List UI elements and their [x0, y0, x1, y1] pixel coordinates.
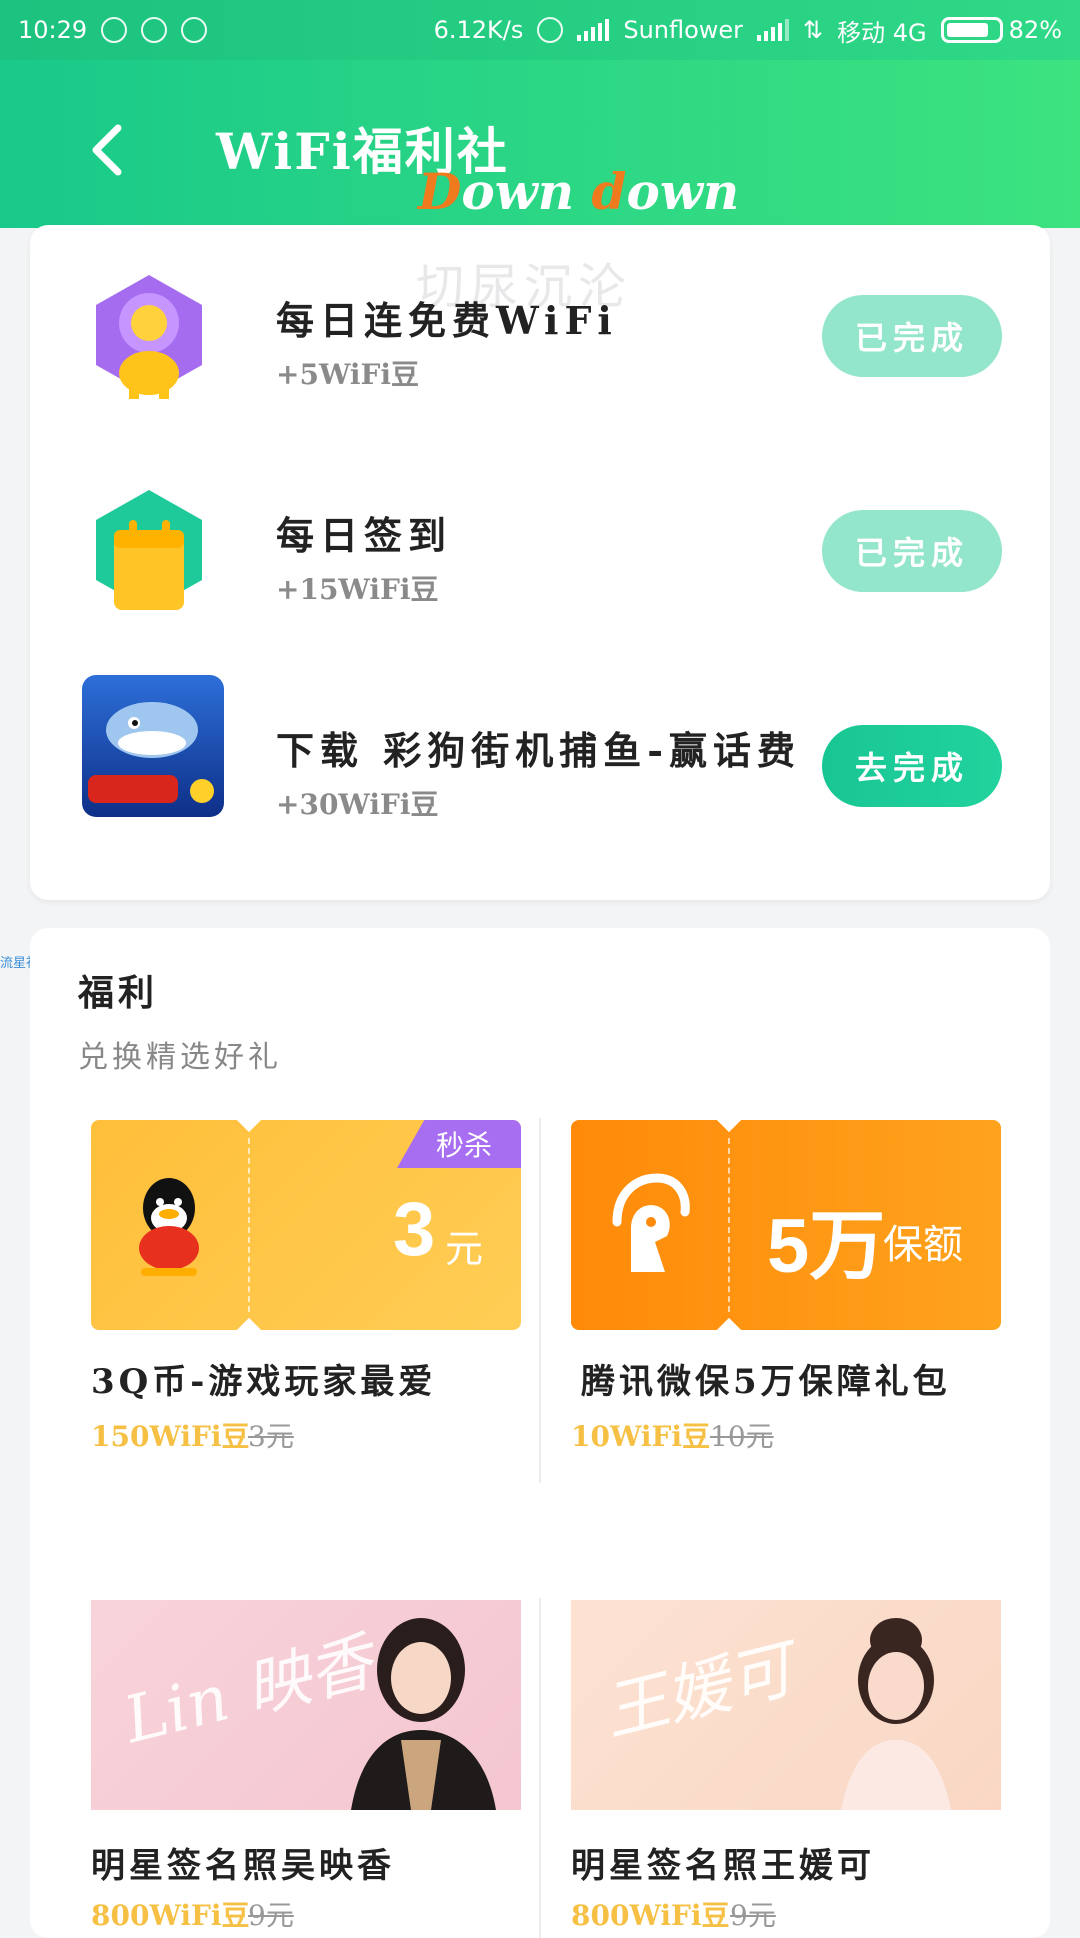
task-item: 下载 彩狗街机捕鱼-赢话费 +30WiFi豆 去完成 — [30, 655, 1050, 855]
gift-price: 10WiFi豆 — [571, 1420, 711, 1453]
gift-original-price: 9元 — [248, 1899, 294, 1932]
column-divider — [539, 1118, 541, 1483]
gift-price: 800WiFi豆 — [91, 1899, 250, 1932]
gift-price: 150WiFi豆 — [91, 1420, 250, 1453]
qq-penguin-icon — [139, 1178, 199, 1276]
piggy-bank-wifi-icon — [96, 275, 202, 399]
celebrity-figure — [841, 1618, 951, 1810]
task-reward: +30WiFi豆 — [276, 788, 439, 821]
celebrity-photo[interactable]: Lin 映香 — [91, 1600, 521, 1810]
back-button[interactable] — [88, 120, 128, 180]
task-status-button[interactable]: 去完成 — [822, 725, 1002, 807]
gift-original-price: 10元 — [710, 1420, 774, 1453]
fishing-game-app-icon — [82, 675, 224, 817]
task-title: 每日签到 — [276, 513, 453, 558]
coupon-unit: 元 — [445, 1229, 484, 1271]
status-bar: 10:29 6.12K/s Sunflower ⇅ 移动 4G 82% — [0, 0, 1080, 60]
task-title: 每日连免费WiFi — [276, 298, 618, 343]
column-divider — [539, 1598, 541, 1938]
coupon-value: 3 — [393, 1187, 436, 1272]
signal-icon — [757, 19, 790, 41]
gift-name: 明星签名照王媛可 — [571, 1846, 875, 1886]
calendar-checkin-icon — [96, 490, 202, 610]
gift-name: 腾讯微保5万保障礼包 — [581, 1362, 951, 1402]
gift-card[interactable]: 秒杀 3 元 — [91, 1120, 521, 1330]
chevron-left-icon — [92, 124, 122, 176]
weibao-horse-icon — [612, 1173, 690, 1272]
task-item: 每日连免费WiFi +5WiFi豆 已完成 — [30, 225, 1050, 425]
data-transfer-icon: ⇅ — [803, 16, 824, 44]
task-list-card: 切尿沉沦 每日连免费WiFi +5WiFi豆 已完成 每日签到 +15WiFi豆… — [30, 225, 1050, 900]
gift-original-price: 3元 — [248, 1420, 294, 1453]
section-title: 福利 — [78, 972, 159, 1014]
carrier-name: 移动 4G — [837, 18, 927, 47]
gift-price: 800WiFi豆 — [571, 1899, 730, 1932]
battery-percent: 82% — [1008, 16, 1062, 44]
app-header: WiFi福利社 Down down — [0, 60, 1080, 228]
alarm-icon — [537, 17, 564, 43]
app-notification-icon — [181, 17, 208, 43]
task-reward: +5WiFi豆 — [276, 358, 420, 391]
task-title: 下载 彩狗街机捕鱼-赢话费 — [276, 728, 802, 773]
welfare-section: 福利 兑换精选好礼 秒杀 3 元 3Q币-游戏玩家最爱 150WiFi豆 3元 … — [30, 928, 1050, 1938]
app-notification-icon — [101, 17, 128, 43]
task-status-button[interactable]: 已完成 — [822, 295, 1002, 377]
gift-name: 明星签名照吴映香 — [91, 1846, 395, 1886]
signal-icon — [577, 19, 610, 41]
gift-original-price: 9元 — [730, 1899, 776, 1932]
gift-name: 3Q币-游戏玩家最爱 — [91, 1362, 437, 1402]
task-reward: +15WiFi豆 — [276, 573, 439, 606]
watermark-logo: Down down — [418, 162, 740, 221]
celebrity-photo[interactable]: 王媛可 — [571, 1600, 1001, 1810]
status-time: 10:29 — [18, 16, 88, 44]
gift-card[interactable]: 5万 保额 — [571, 1120, 1001, 1330]
celebrity-figure — [351, 1618, 496, 1810]
network-speed: 6.12K/s — [433, 16, 524, 44]
carrier-name: Sunflower — [623, 16, 744, 44]
battery-icon: 82% — [940, 16, 1062, 44]
coupon-unit: 保额 — [883, 1223, 963, 1267]
flash-sale-badge: 秒杀 — [397, 1120, 521, 1168]
task-item: 每日签到 +15WiFi豆 已完成 — [30, 440, 1050, 640]
signature-graphic: 王媛可 — [596, 1632, 801, 1751]
coupon-value: 5万 — [767, 1204, 886, 1289]
section-subtitle: 兑换精选好礼 — [78, 1040, 282, 1075]
task-status-button[interactable]: 已完成 — [822, 510, 1002, 592]
app-notification-icon — [141, 17, 168, 43]
